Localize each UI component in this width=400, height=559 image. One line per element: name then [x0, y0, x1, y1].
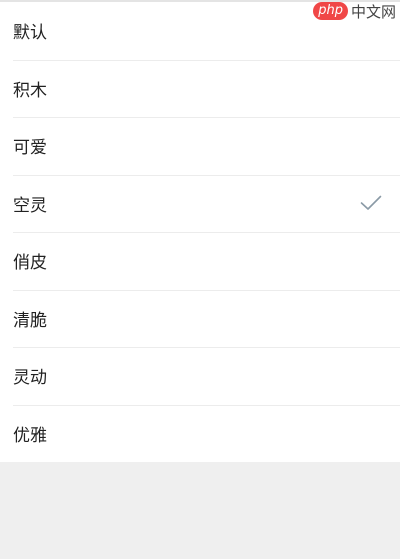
option-label: 俏皮 — [13, 253, 47, 274]
option-label: 默认 — [13, 23, 47, 44]
option-item-4[interactable]: 俏皮 — [0, 232, 400, 290]
option-item-5[interactable]: 清脆 — [0, 289, 400, 348]
option-item-1[interactable]: 积木 — [0, 59, 400, 118]
option-label: 可爱 — [13, 138, 47, 159]
option-label: 优雅 — [13, 425, 47, 446]
option-label: 空灵 — [13, 195, 47, 216]
option-label: 清脆 — [13, 310, 47, 331]
checkmark-icon — [360, 195, 382, 211]
site-watermark: php 中文网 — [313, 0, 396, 22]
sound-option-screen: 默认 积木 可爱 空灵 俏皮 清脆 灵动 优雅 php 中文网 — [0, 0, 400, 559]
option-label: 灵动 — [13, 368, 47, 389]
option-item-3[interactable]: 空灵 — [0, 174, 400, 233]
option-item-2[interactable]: 可爱 — [0, 117, 400, 175]
option-item-7[interactable]: 优雅 — [0, 404, 400, 463]
watermark-text: 中文网 — [350, 2, 396, 21]
watermark-badge: php — [313, 2, 348, 20]
sound-option-list: 默认 积木 可爱 空灵 俏皮 清脆 灵动 优雅 — [0, 2, 400, 462]
option-item-6[interactable]: 灵动 — [0, 347, 400, 405]
option-label: 积木 — [13, 80, 47, 101]
